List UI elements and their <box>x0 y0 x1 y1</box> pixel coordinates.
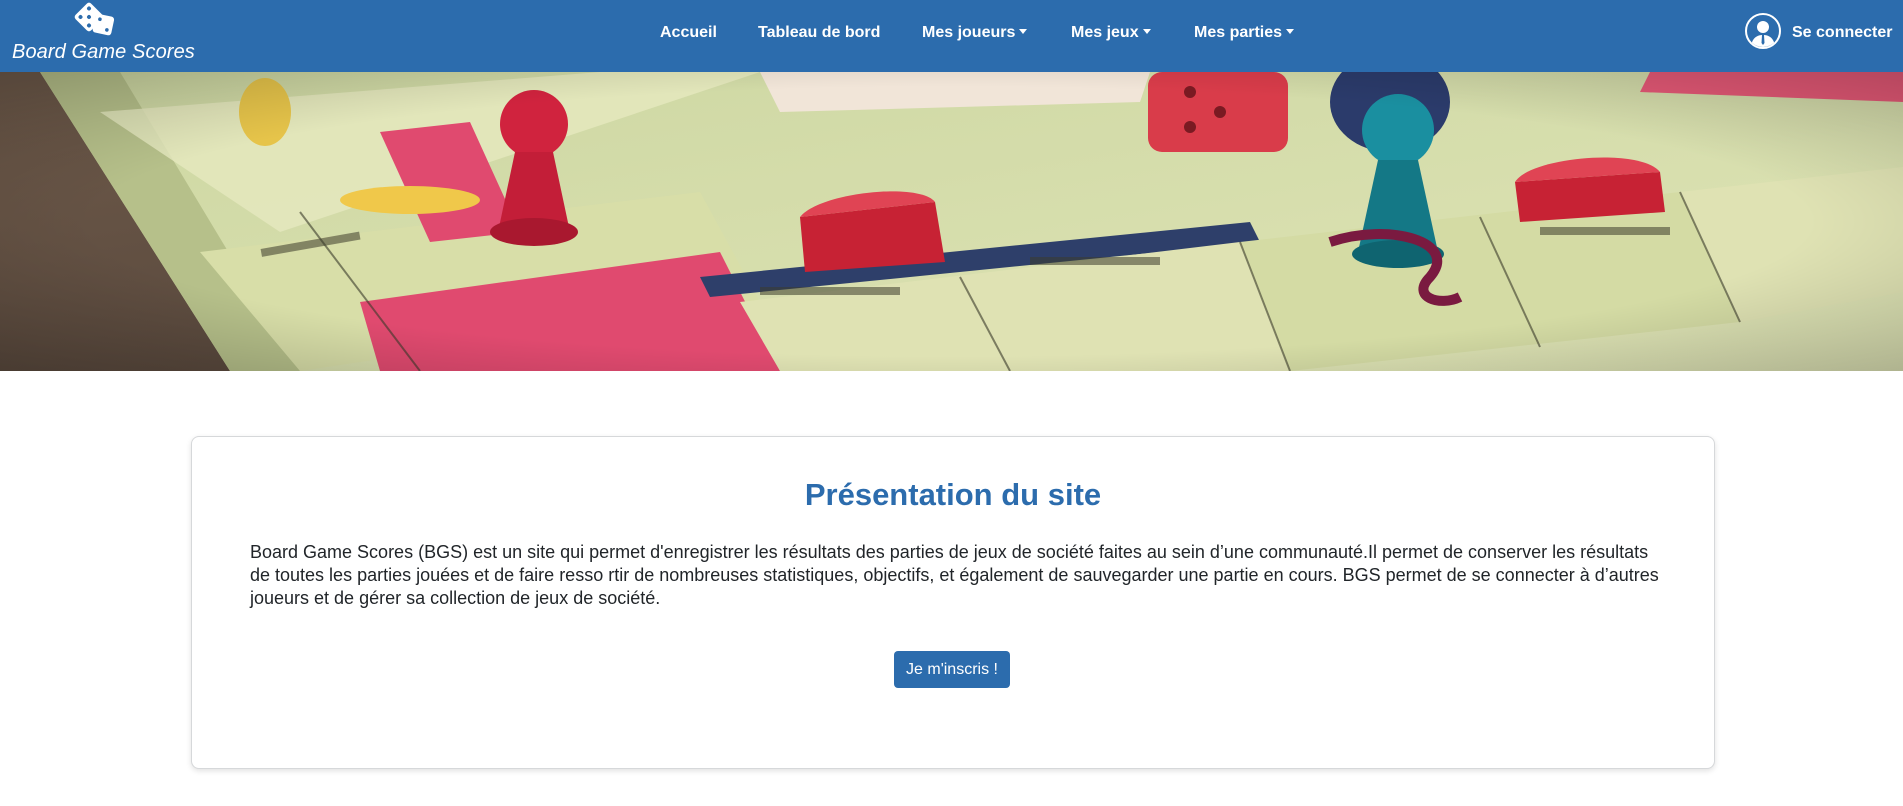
nav-item-mes-joueurs-label: Mes joueurs <box>922 24 1016 41</box>
nav-item-tableau-de-bord[interactable]: Tableau de bord <box>758 24 880 42</box>
card-description: Board Game Scores (BGS) est un site qui … <box>250 542 1659 608</box>
nav-item-mes-parties-label: Mes parties <box>1194 24 1283 41</box>
card-title: Présentation du site <box>804 477 1102 512</box>
nav-item-accueil[interactable]: Accueil <box>660 24 717 42</box>
chevron-down-icon <box>1142 29 1151 34</box>
hero-banner <box>0 72 1903 371</box>
board-game-image <box>0 72 1903 371</box>
nav-item-mes-jeux-label: Mes jeux <box>1071 24 1139 41</box>
nav-item-mes-parties[interactable]: Mes parties <box>1194 24 1295 42</box>
user-avatar-icon <box>1745 13 1781 49</box>
chevron-down-icon <box>1019 29 1028 34</box>
presentation-card: Présentation du site Board Game Scores (… <box>191 436 1715 769</box>
chevron-down-icon <box>1286 29 1295 34</box>
nav-item-mes-jeux[interactable]: Mes jeux <box>1071 24 1151 42</box>
login-label: Se connecter <box>1792 24 1893 41</box>
top-navbar: Board Game Scores Accueil Tableau de bor… <box>0 0 1903 72</box>
signup-button[interactable]: Je m'inscris ! <box>894 651 1010 688</box>
main-nav: Accueil Tableau de bord Mes joueurs Mes … <box>0 0 1903 72</box>
nav-item-mes-joueurs[interactable]: Mes joueurs <box>922 24 1028 42</box>
